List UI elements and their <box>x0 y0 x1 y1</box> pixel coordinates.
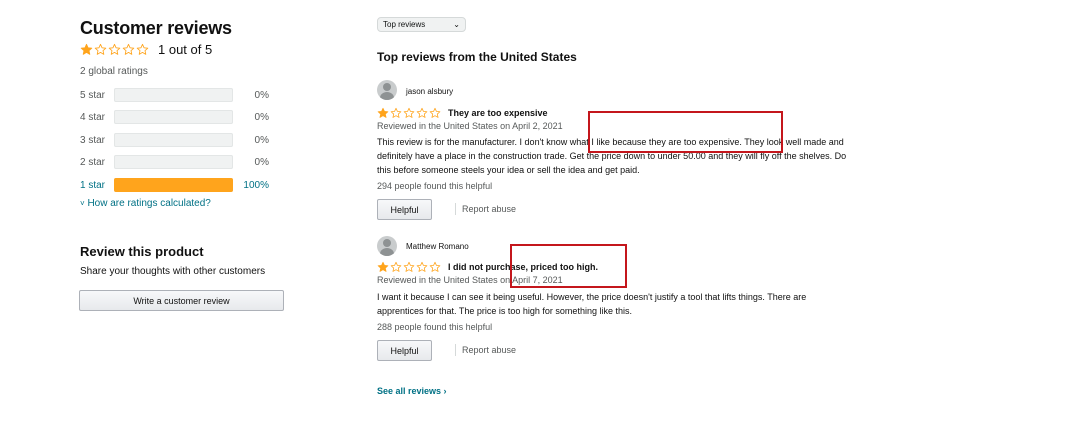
overall-rating-text: 1 out of 5 <box>158 42 213 57</box>
review-body: I want it because I can see it being use… <box>377 292 807 316</box>
histogram-percent: 100% <box>243 179 269 191</box>
ratings-calculation-label: How are ratings calculated? <box>87 198 211 209</box>
histogram-bar <box>114 178 233 192</box>
histogram-percent: 0% <box>254 156 269 168</box>
review-this-product-heading: Review this product <box>80 244 204 259</box>
ratings-calculation-link[interactable]: ˅ How are ratings calculated? <box>80 198 211 209</box>
histogram-bar <box>114 155 233 169</box>
review-stars <box>377 261 442 273</box>
star-empty-icon <box>416 107 428 119</box>
histogram-bar <box>114 88 233 102</box>
divider <box>455 203 456 215</box>
review-title[interactable]: They are too expensive <box>448 108 548 118</box>
customer-reviews-heading: Customer reviews <box>80 18 232 38</box>
histogram-percent: 0% <box>254 134 269 146</box>
histogram-row-4-star[interactable]: 4 star 0% <box>80 109 269 125</box>
helpful-count: 294 people found this helpful <box>377 181 493 191</box>
histogram-row-1-star[interactable]: 1 star 100% <box>80 177 269 193</box>
star-filled-icon <box>377 107 389 119</box>
histogram-label: 5 star <box>80 89 106 101</box>
divider <box>455 344 456 356</box>
review-date: Reviewed in the United States on April 2… <box>377 121 563 131</box>
review-author[interactable]: jason alsbury <box>406 87 453 96</box>
histogram-percent: 0% <box>254 89 269 101</box>
report-abuse-link[interactable]: Report abuse <box>462 204 516 214</box>
annotation-box <box>588 111 783 153</box>
global-ratings-count: 2 global ratings <box>80 66 148 77</box>
histogram-row-3-star[interactable]: 3 star 0% <box>80 132 269 148</box>
star-empty-icon <box>403 107 415 119</box>
share-thoughts-text: Share your thoughts with other customers <box>80 266 266 277</box>
star-empty-icon <box>94 43 107 56</box>
star-filled-icon <box>80 43 93 56</box>
review-stars <box>377 107 442 119</box>
star-empty-icon <box>416 261 428 273</box>
review-author[interactable]: Matthew Romano <box>406 242 469 251</box>
overall-stars <box>80 43 150 56</box>
histogram-bar <box>114 110 233 124</box>
chevron-down-icon: ⌄ <box>453 20 460 29</box>
histogram-bar <box>114 133 233 147</box>
star-empty-icon <box>108 43 121 56</box>
histogram-row-5-star[interactable]: 5 star 0% <box>80 87 269 103</box>
write-review-button[interactable]: Write a customer review <box>79 290 284 311</box>
star-filled-icon <box>377 261 389 273</box>
annotation-box <box>510 244 627 288</box>
histogram-bar-fill <box>114 178 233 192</box>
helpful-button[interactable]: Helpful <box>377 340 432 361</box>
chevron-down-icon: ˅ <box>80 199 85 208</box>
star-empty-icon <box>390 261 402 273</box>
helpful-count: 288 people found this helpful <box>377 322 493 332</box>
histogram-percent: 0% <box>254 111 269 123</box>
see-all-reviews-link[interactable]: See all reviews › <box>377 386 447 396</box>
histogram-label: 2 star <box>80 156 106 168</box>
histogram-label: 3 star <box>80 134 106 146</box>
star-empty-icon <box>390 107 402 119</box>
histogram-label: 4 star <box>80 111 106 123</box>
overall-rating: 1 out of 5 <box>80 42 212 57</box>
star-empty-icon <box>122 43 135 56</box>
star-empty-icon <box>429 261 441 273</box>
sort-dropdown[interactable]: Top reviews ⌄ <box>377 17 466 32</box>
histogram-row-2-star[interactable]: 2 star 0% <box>80 154 269 170</box>
review-header: They are too expensive <box>377 107 548 119</box>
histogram-label: 1 star <box>80 179 106 191</box>
sort-selected-value: Top reviews <box>383 20 426 29</box>
top-reviews-heading: Top reviews from the United States <box>377 50 577 64</box>
star-empty-icon <box>136 43 149 56</box>
star-empty-icon <box>429 107 441 119</box>
avatar-icon <box>377 236 397 256</box>
avatar-icon <box>377 80 397 100</box>
helpful-button[interactable]: Helpful <box>377 199 432 220</box>
report-abuse-link[interactable]: Report abuse <box>462 345 516 355</box>
star-empty-icon <box>403 261 415 273</box>
